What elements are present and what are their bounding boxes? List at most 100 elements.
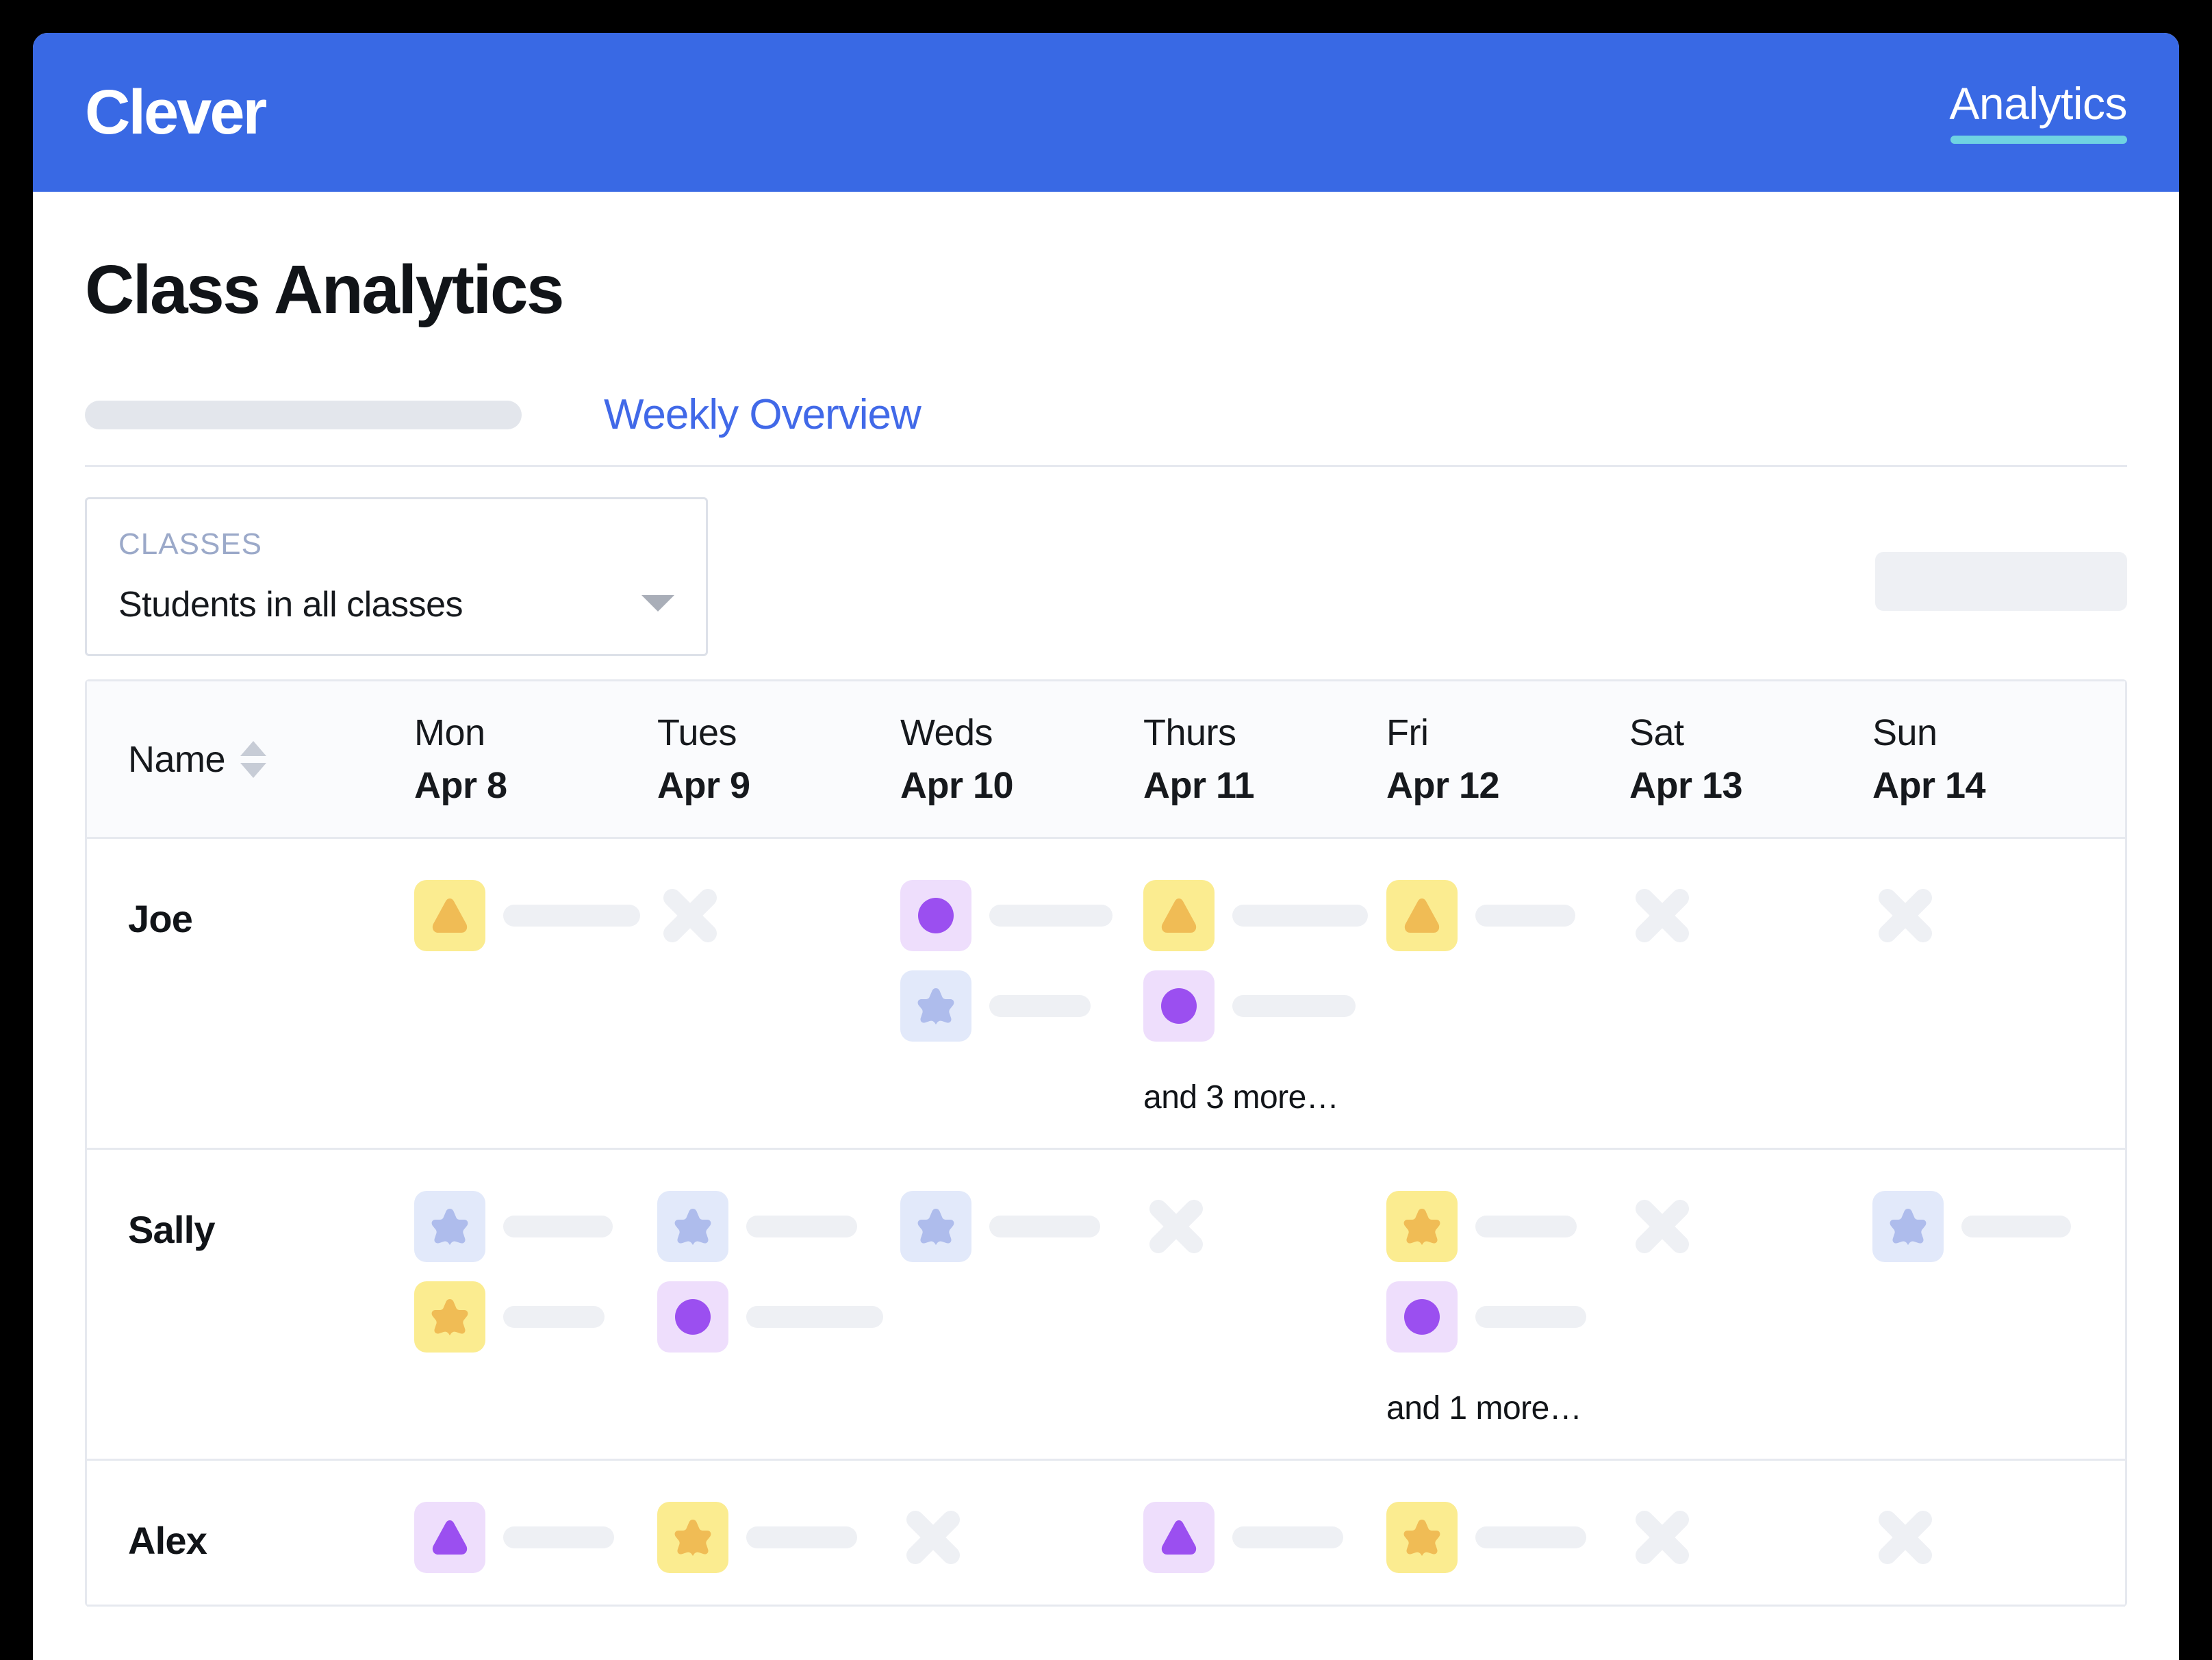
sort-toggle[interactable] [240, 740, 267, 778]
activity-item[interactable] [657, 1502, 892, 1573]
activity-item[interactable] [414, 1281, 649, 1353]
activity-label-placeholder [1475, 1216, 1577, 1237]
analytics-table: Name Mon Apr 8 Tues Apr 9 Weds Apr 10 Thurs Apr… [85, 679, 2127, 1607]
activity-label-placeholder [1475, 1526, 1586, 1548]
activity-item[interactable] [900, 880, 1135, 951]
absent-x-icon [663, 889, 717, 942]
column-header-day-date: Apr 11 [1143, 764, 1255, 806]
activity-item[interactable] [657, 1191, 892, 1262]
activity-item[interactable] [1386, 1502, 1621, 1573]
sort-arrow-up-icon[interactable] [240, 740, 267, 756]
sort-arrow-down-icon[interactable] [240, 762, 267, 778]
activity-icon-tile [900, 970, 971, 1042]
column-header-day-name: Tues [657, 712, 737, 754]
activity-item[interactable] [1143, 970, 1378, 1042]
activity-icon-tile [414, 1502, 485, 1573]
column-header-day-name: Weds [900, 712, 993, 754]
activity-item[interactable] [900, 970, 1135, 1042]
column-header-day: Fri Apr 12 [1378, 712, 1621, 806]
tab-bar: Weekly Overview [85, 394, 2127, 467]
circle-icon [1161, 988, 1197, 1024]
activity-cell [649, 880, 892, 1116]
triangle-icon [1161, 898, 1197, 933]
activity-icon-tile [414, 1191, 485, 1262]
absent-x-icon [906, 1511, 960, 1564]
column-header-day-date: Apr 10 [900, 764, 1014, 806]
absent-x-icon [1149, 1200, 1203, 1253]
activity-icon-tile [900, 880, 971, 951]
activity-label-placeholder [1961, 1216, 2071, 1237]
chevron-down-icon[interactable] [641, 595, 674, 612]
screen: Clever Analytics Class Analytics Weekly … [0, 0, 2212, 1660]
page-title: Class Analytics [85, 251, 565, 328]
tab-placeholder[interactable] [85, 401, 522, 429]
table-row[interactable]: Joe and 3 more… [87, 839, 2125, 1150]
activity-item[interactable] [1386, 880, 1621, 951]
app-window: Clever Analytics Class Analytics Weekly … [33, 33, 2179, 1660]
column-header-day-name: Fri [1386, 712, 1429, 754]
activity-icon-tile [657, 1281, 728, 1353]
column-header-day-name: Mon [414, 712, 485, 754]
absent-x-icon [1879, 889, 1932, 942]
activity-label-placeholder [503, 1526, 614, 1548]
activity-item[interactable] [1386, 1191, 1621, 1262]
star-icon [1890, 1209, 1927, 1245]
activity-item[interactable] [900, 1191, 1135, 1262]
absent-x-icon [1636, 1511, 1689, 1564]
activity-cell: and 3 more… [1135, 880, 1378, 1116]
activity-item[interactable] [414, 1502, 649, 1573]
activity-icon-tile [414, 1281, 485, 1353]
activity-label-placeholder [503, 1216, 613, 1237]
activity-cell [892, 1502, 1135, 1573]
column-header-day-date: Apr 14 [1872, 764, 1986, 806]
activity-cell [892, 1191, 1135, 1427]
absent-marker [900, 1502, 1135, 1573]
column-header-day-date: Apr 8 [414, 764, 507, 806]
activity-icon-tile [657, 1191, 728, 1262]
column-header-day: Thurs Apr 11 [1135, 712, 1378, 806]
activity-cell [1864, 1191, 2107, 1427]
clever-logo[interactable]: Clever [85, 81, 267, 144]
column-header-name[interactable]: Name [87, 738, 406, 781]
activity-cell [1621, 880, 1864, 1116]
toolbar-placeholder[interactable] [1875, 552, 2127, 611]
activity-icon-tile [1872, 1191, 1944, 1262]
activity-item[interactable] [1872, 1191, 2107, 1262]
absent-marker [657, 880, 892, 951]
column-header-name-label: Name [128, 738, 226, 780]
activity-cell [406, 1502, 649, 1573]
more-activities-link[interactable]: and 3 more… [1143, 1079, 1378, 1116]
activity-item[interactable] [1386, 1281, 1621, 1353]
student-name: Joe [128, 897, 193, 940]
more-activities-link[interactable]: and 1 more… [1386, 1389, 1621, 1427]
activity-cell [1135, 1191, 1378, 1427]
activity-label-placeholder [503, 1306, 605, 1328]
nav-item-analytics[interactable]: Analytics [1949, 81, 2127, 144]
activity-cell [1621, 1502, 1864, 1573]
activity-cell [649, 1502, 892, 1573]
activity-item[interactable] [414, 1191, 649, 1262]
table-body: Joe and 3 more… Sally and 1 more… Alex [87, 839, 2125, 1607]
table-row[interactable]: Alex [87, 1461, 2125, 1607]
page-body: Class Analytics Weekly Overview CLASSES … [33, 251, 2179, 1607]
activity-cell [1864, 880, 2107, 1116]
nav-active-underline [1950, 136, 2127, 144]
activity-cell [1621, 1191, 1864, 1427]
column-header-day-date: Apr 12 [1386, 764, 1500, 806]
activity-item[interactable] [1143, 1502, 1378, 1573]
column-header-day: Mon Apr 8 [406, 712, 649, 806]
activity-label-placeholder [746, 1306, 883, 1328]
classes-select[interactable]: CLASSES Students in all classes [85, 497, 708, 656]
triangle-icon [1404, 898, 1440, 933]
absent-marker [1872, 880, 2107, 951]
column-header-day: Tues Apr 9 [649, 712, 892, 806]
activity-item[interactable] [414, 880, 649, 951]
activity-icon-tile [1386, 880, 1458, 951]
activity-item[interactable] [657, 1281, 892, 1353]
column-header-day-name: Sat [1629, 712, 1684, 754]
absent-x-icon [1636, 889, 1689, 942]
table-row[interactable]: Sally and 1 more… [87, 1150, 2125, 1461]
tab-weekly-overview[interactable]: Weekly Overview [604, 394, 921, 436]
activity-cell [649, 1191, 892, 1427]
activity-item[interactable] [1143, 880, 1378, 951]
